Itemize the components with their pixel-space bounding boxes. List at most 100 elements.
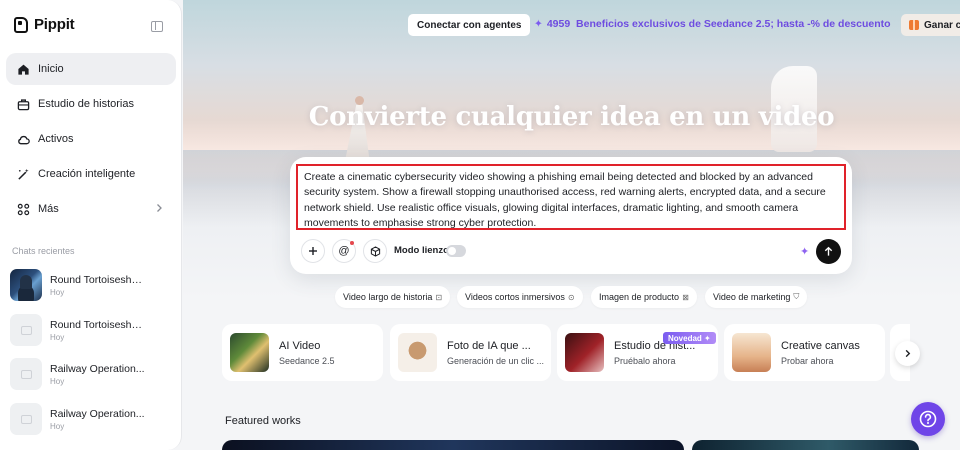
pippit-logo-icon <box>14 16 28 33</box>
notification-dot <box>350 241 354 245</box>
sidebar-item-label: Inicio <box>38 63 64 75</box>
promo-banner[interactable]: ✦ 4959 Beneficios exclusivos de Seedance … <box>534 18 891 30</box>
chat-date: Hoy <box>50 376 65 386</box>
image-placeholder-icon <box>20 325 32 335</box>
featured-work-thumbnail[interactable] <box>692 440 919 450</box>
chat-date: Hoy <box>50 421 65 431</box>
card-title: Creative canvas <box>781 339 860 352</box>
canvas-mode-toggle[interactable] <box>446 245 466 257</box>
chat-name: Round Tortoiseshel... <box>50 318 146 331</box>
sidebar-item-label: Creación inteligente <box>38 168 136 180</box>
card-thumbnail <box>230 333 269 372</box>
plus-icon <box>309 247 317 255</box>
sidebar-nav: Inicio Estudio de historias Activos Crea… <box>6 53 176 228</box>
prompt-input[interactable]: Create a cinematic cybersecurity video s… <box>296 164 846 230</box>
earn-label: Ganar c <box>924 19 960 31</box>
canvas-mode-label: Modo lienzo <box>394 245 449 256</box>
feature-card-foto-ia[interactable]: Foto de IA que ... Generación de un clic… <box>390 324 551 381</box>
sidebar-item-estudio-historias[interactable]: Estudio de historias <box>6 88 176 120</box>
feature-card-estudio-historias[interactable]: Estudio de hist... Pruébalo ahora Noveda… <box>557 324 718 381</box>
image-placeholder-icon <box>20 369 32 379</box>
home-icon <box>16 62 30 76</box>
chevron-right-icon <box>905 349 911 358</box>
chip-label: Videos cortos inmersivos <box>465 292 565 302</box>
sidebar-item-creacion-inteligente[interactable]: Creación inteligente <box>6 158 176 190</box>
play-box-icon: ⊡ <box>435 292 443 302</box>
add-attachment-button[interactable] <box>301 239 325 263</box>
new-badge: Novedad ✦ <box>663 332 716 344</box>
chip-imagen-producto[interactable]: Imagen de producto ⊠ <box>591 286 697 308</box>
chip-label: Video de marketing <box>713 292 791 302</box>
card-subtitle: Probar ahora <box>781 355 834 366</box>
brand-name: Pippit <box>34 16 75 33</box>
model-select-button[interactable] <box>363 239 387 263</box>
at-sign-icon: @ <box>338 245 350 257</box>
brand-logo[interactable]: Pippit <box>14 16 75 33</box>
card-thumbnail <box>565 333 604 372</box>
recent-chats-title: Chats recientes <box>12 246 75 256</box>
card-subtitle: Pruébalo ahora <box>614 355 676 366</box>
image-placeholder-icon <box>20 414 32 424</box>
mention-button[interactable]: @ <box>332 239 356 263</box>
featured-works-title: Featured works <box>225 415 301 427</box>
earn-credits-button[interactable]: Ganar c <box>901 14 960 36</box>
recent-chat-item[interactable]: Railway Operation... Hoy <box>10 357 175 391</box>
chat-name: Round Tortoiseshel... <box>50 273 146 286</box>
chip-video-largo-historia[interactable]: Video largo de historia ⊡ <box>335 286 451 308</box>
magic-wand-icon <box>16 167 30 181</box>
chat-date: Hoy <box>50 332 65 342</box>
promo-count: 4959 <box>546 18 571 30</box>
gift-icon <box>909 20 919 30</box>
sidebar-item-activos[interactable]: Activos <box>6 123 176 155</box>
feature-card-ai-video[interactable]: AI Video Seedance 2.5 <box>222 324 383 381</box>
cube-icon <box>370 245 380 257</box>
arrow-up-icon <box>824 246 833 256</box>
sparkle-icon[interactable]: ✦ <box>800 245 809 258</box>
sidebar-item-label: Más <box>38 203 59 215</box>
chat-thumbnail <box>10 314 42 346</box>
feature-card-creative-canvas[interactable]: Creative canvas Probar ahora <box>724 324 885 381</box>
sidebar-item-inicio[interactable]: Inicio <box>6 53 176 85</box>
send-button[interactable] <box>816 239 841 264</box>
card-subtitle: Generación de un clic ... <box>447 355 545 366</box>
chevron-right-icon <box>157 204 162 212</box>
help-button[interactable] <box>911 402 945 436</box>
chip-videos-cortos[interactable]: Videos cortos inmersivos ⊙ <box>457 286 583 308</box>
promo-text: Beneficios exclusivos de Seedance 2.5; h… <box>576 18 891 30</box>
question-mark-icon <box>919 410 937 428</box>
chat-name: Railway Operation... <box>50 362 145 375</box>
briefcase-icon <box>16 97 30 111</box>
cart-icon: ⛉ <box>793 292 800 301</box>
card-title: Foto de IA que ... <box>447 339 531 352</box>
chat-name: Railway Operation... <box>50 407 145 420</box>
card-thumbnail <box>398 333 437 372</box>
chat-thumbnail <box>10 358 42 390</box>
sidebar: Pippit Inicio Estudio de historias Activ… <box>0 0 182 450</box>
featured-work-thumbnail[interactable] <box>222 440 684 450</box>
sidebar-collapse-icon[interactable] <box>151 21 163 32</box>
sparkle-icon: ✦ <box>534 18 543 30</box>
card-title: AI Video <box>279 339 321 352</box>
sidebar-item-mas[interactable]: Más <box>6 193 176 225</box>
sidebar-item-label: Estudio de historias <box>38 98 134 110</box>
prompt-composer: Create a cinematic cybersecurity video s… <box>290 157 852 274</box>
chat-thumbnail <box>10 269 42 301</box>
carousel-next-button[interactable] <box>895 341 920 366</box>
hero-title: Convierte cualquier idea en un video <box>308 102 835 132</box>
cloud-icon <box>16 132 30 146</box>
recent-chat-item[interactable]: Round Tortoiseshel... Hoy <box>10 268 175 302</box>
recent-chat-item[interactable]: Railway Operation... Hoy <box>10 402 175 436</box>
play-circle-icon: ⊙ <box>567 292 575 302</box>
connect-agents-button[interactable]: Conectar con agentes <box>408 14 531 36</box>
card-thumbnail <box>732 333 771 372</box>
recent-chat-item[interactable]: Round Tortoiseshel... Hoy <box>10 313 175 347</box>
sidebar-item-label: Activos <box>38 133 74 145</box>
chip-label: Video largo de historia <box>343 292 433 302</box>
chip-video-marketing[interactable]: Video de marketing ⛉ <box>705 286 808 308</box>
image-icon: ⊠ <box>682 292 689 302</box>
chip-label: Imagen de producto <box>599 292 680 302</box>
card-subtitle: Seedance 2.5 <box>279 355 335 366</box>
grid-icon <box>16 202 30 216</box>
chat-date: Hoy <box>50 287 65 297</box>
chat-thumbnail <box>10 403 42 435</box>
